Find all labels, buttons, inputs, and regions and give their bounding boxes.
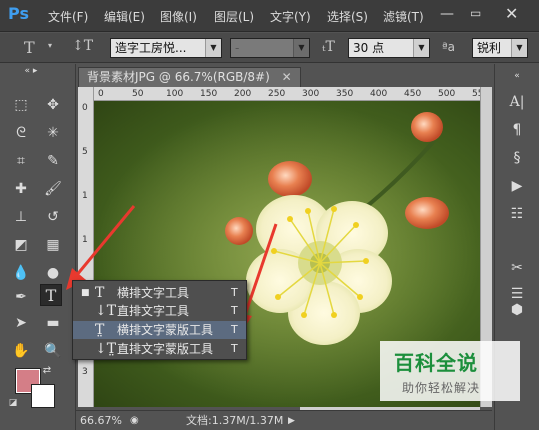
watermark-title: 百科全说 [394, 351, 478, 375]
watermark-subtitle: 助你轻松解决 [402, 381, 481, 395]
selected-bullet-icon: ■ [81, 288, 90, 298]
horizontal-type-mask-icon: T̤ [95, 322, 105, 338]
vertical-type-mask-icon: ↓T̤ [95, 341, 117, 357]
menu-item-label: 直排文字工具 [117, 304, 190, 318]
menu-item-label: 直排文字蒙版工具 [117, 342, 214, 356]
shortcut-key: T [231, 323, 238, 336]
horizontal-type-mask-tool-item[interactable]: T̤ 横排文字蒙版工具 T [73, 321, 246, 339]
shortcut-key: T [231, 286, 238, 299]
horizontal-type-icon: T [95, 285, 105, 301]
watermark: 百科全说 助你轻松解决 [380, 341, 520, 401]
horizontal-type-tool-item[interactable]: ■ T 横排文字工具 T [73, 284, 246, 302]
vertical-type-mask-tool-item[interactable]: ↓T̤ 直排文字蒙版工具 T [73, 340, 246, 358]
menu-item-label: 横排文字蒙版工具 [117, 323, 214, 337]
vertical-type-icon: ↓T [95, 303, 117, 319]
shortcut-key: T [231, 304, 238, 317]
type-tool-flyout-menu: ■ T 横排文字工具 T ↓T 直排文字工具 T T̤ 横排文字蒙版工具 T ↓… [72, 280, 247, 360]
vertical-type-tool-item[interactable]: ↓T 直排文字工具 T [73, 302, 246, 320]
menu-item-label: 横排文字工具 [117, 286, 190, 300]
shortcut-key: T [231, 342, 238, 355]
